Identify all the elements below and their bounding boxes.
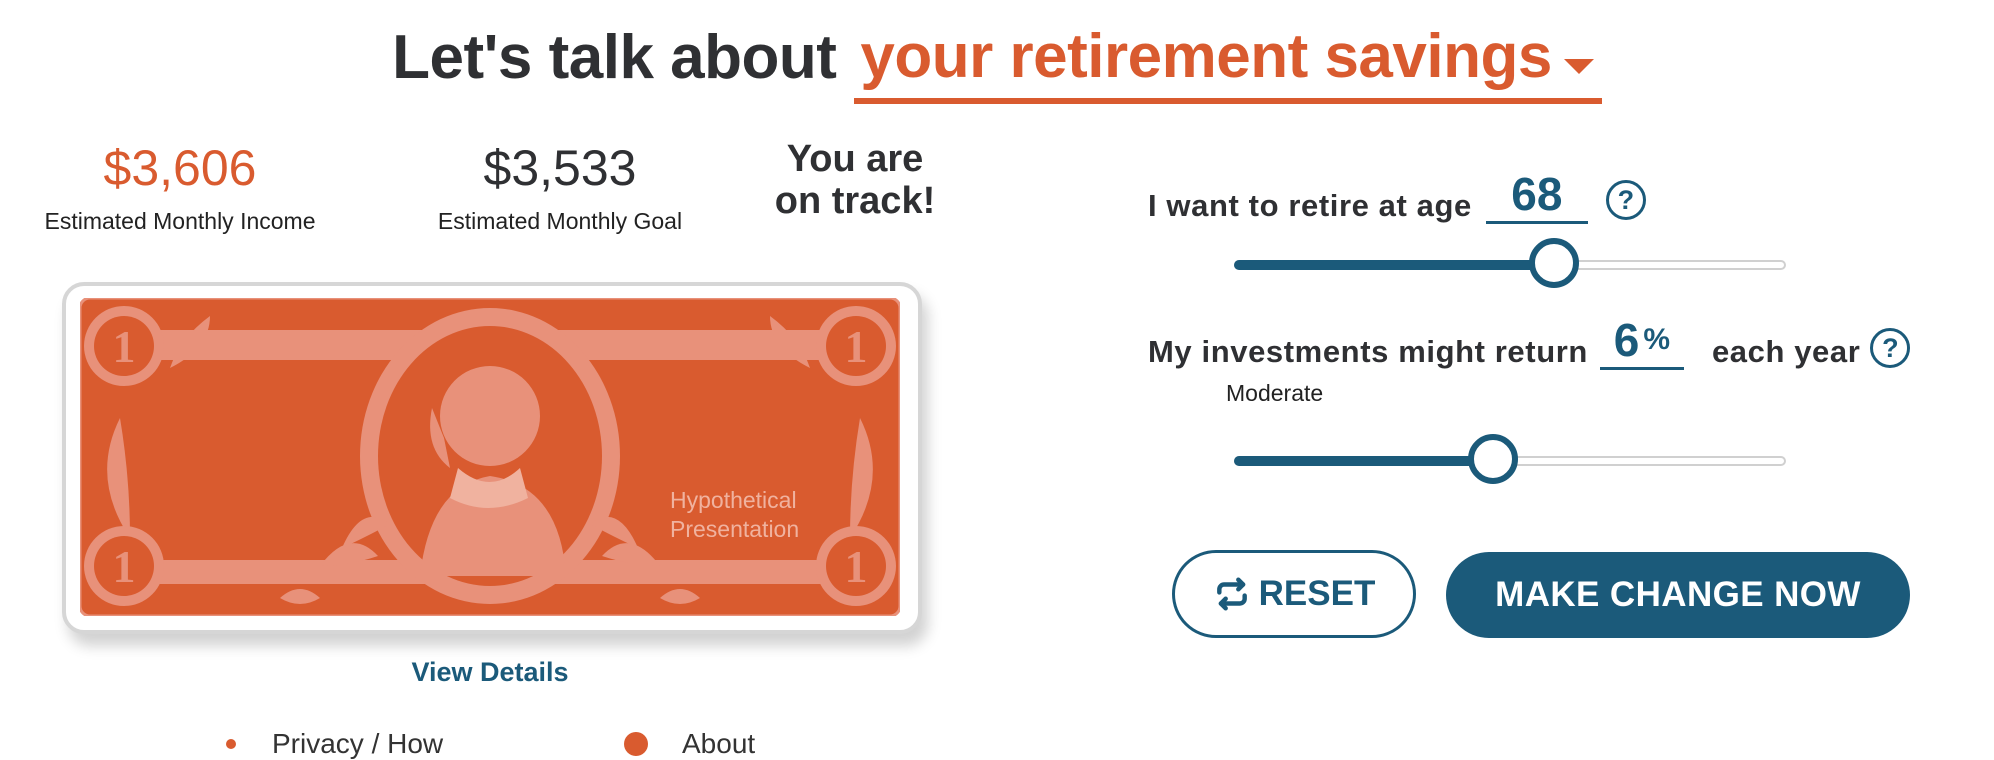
bill-caption-line-1: Hypothetical <box>670 487 797 513</box>
each-year-label: each year <box>1711 334 1861 369</box>
risk-level-label: Moderate <box>1226 380 1324 406</box>
goal-value: $3,533 <box>483 140 637 196</box>
goal-label: Estimated Monthly Goal <box>437 208 683 234</box>
make-change-now-label: MAKE CHANGE NOW <box>1495 575 1861 614</box>
help-circle-icon[interactable]: ? <box>1605 180 1646 220</box>
percent-unit: % <box>1643 323 1671 356</box>
retire-age-label: I want to retire at age <box>1148 188 1472 223</box>
retire-age-value[interactable]: 68 <box>1485 171 1588 224</box>
footer-privacy-link[interactable]: Privacy / How <box>226 728 443 760</box>
retire-age-slider[interactable] <box>1234 238 1786 294</box>
view-details-link[interactable]: View Details <box>330 657 650 688</box>
headline: Let's talk about your retirement savings <box>0 18 1994 104</box>
retire-age-control: I want to retire at age 68 ? <box>1148 164 1646 224</box>
reset-button-label: RESET <box>1258 574 1376 613</box>
chevron-down-icon <box>1563 58 1594 74</box>
bullet-icon <box>226 739 236 749</box>
help-circle-icon[interactable]: ? <box>1870 328 1911 368</box>
dollar-bill-graphic: 1 1 1 1 Hypothetical Presentation <box>80 298 900 616</box>
headline-prefix: Let's talk about <box>392 23 837 92</box>
footer-about-label: About <box>682 728 756 759</box>
slider-fill <box>1234 456 1493 466</box>
topic-dropdown-label: your retirement savings <box>860 22 1552 91</box>
income-label: Estimated Monthly Income <box>44 208 316 234</box>
status-message: You are on track! <box>750 138 960 222</box>
footer-about-link[interactable]: About <box>624 728 755 760</box>
status-line-2: on track! <box>774 180 936 222</box>
topic-dropdown[interactable]: your retirement savings <box>854 16 1602 104</box>
reset-button[interactable]: RESET <box>1172 550 1416 638</box>
income-value: $3,606 <box>103 140 257 196</box>
investment-return-label: My investments might return <box>1148 334 1588 369</box>
slider-fill <box>1234 260 1554 270</box>
estimated-monthly-goal: $3,533 Estimated Monthly Goal <box>400 138 720 235</box>
estimated-monthly-income: $3,606 Estimated Monthly Income <box>20 138 340 235</box>
investment-return-control: My investments might return 6% each year… <box>1148 310 1911 370</box>
bill-denomination: 1 <box>113 321 136 372</box>
investment-return-value[interactable]: 6% <box>1599 314 1684 370</box>
bullet-icon <box>624 732 648 756</box>
refresh-icon <box>1213 575 1251 613</box>
bill-denomination: 1 <box>845 541 868 592</box>
bill-caption-line-2: Presentation <box>670 516 799 542</box>
footer-privacy-label: Privacy / How <box>272 728 444 759</box>
dollar-bill-illustration: 1 1 1 1 Hypothetical Presentation <box>62 282 922 634</box>
status-line-1: You are <box>786 138 924 180</box>
bill-denomination: 1 <box>845 321 868 372</box>
investment-return-number: 6 <box>1613 314 1640 366</box>
bill-denomination: 1 <box>113 541 136 592</box>
slider-thumb[interactable] <box>1529 238 1579 288</box>
slider-thumb[interactable] <box>1468 434 1518 484</box>
make-change-now-button[interactable]: MAKE CHANGE NOW <box>1446 552 1910 638</box>
investment-return-slider[interactable] <box>1234 434 1786 490</box>
